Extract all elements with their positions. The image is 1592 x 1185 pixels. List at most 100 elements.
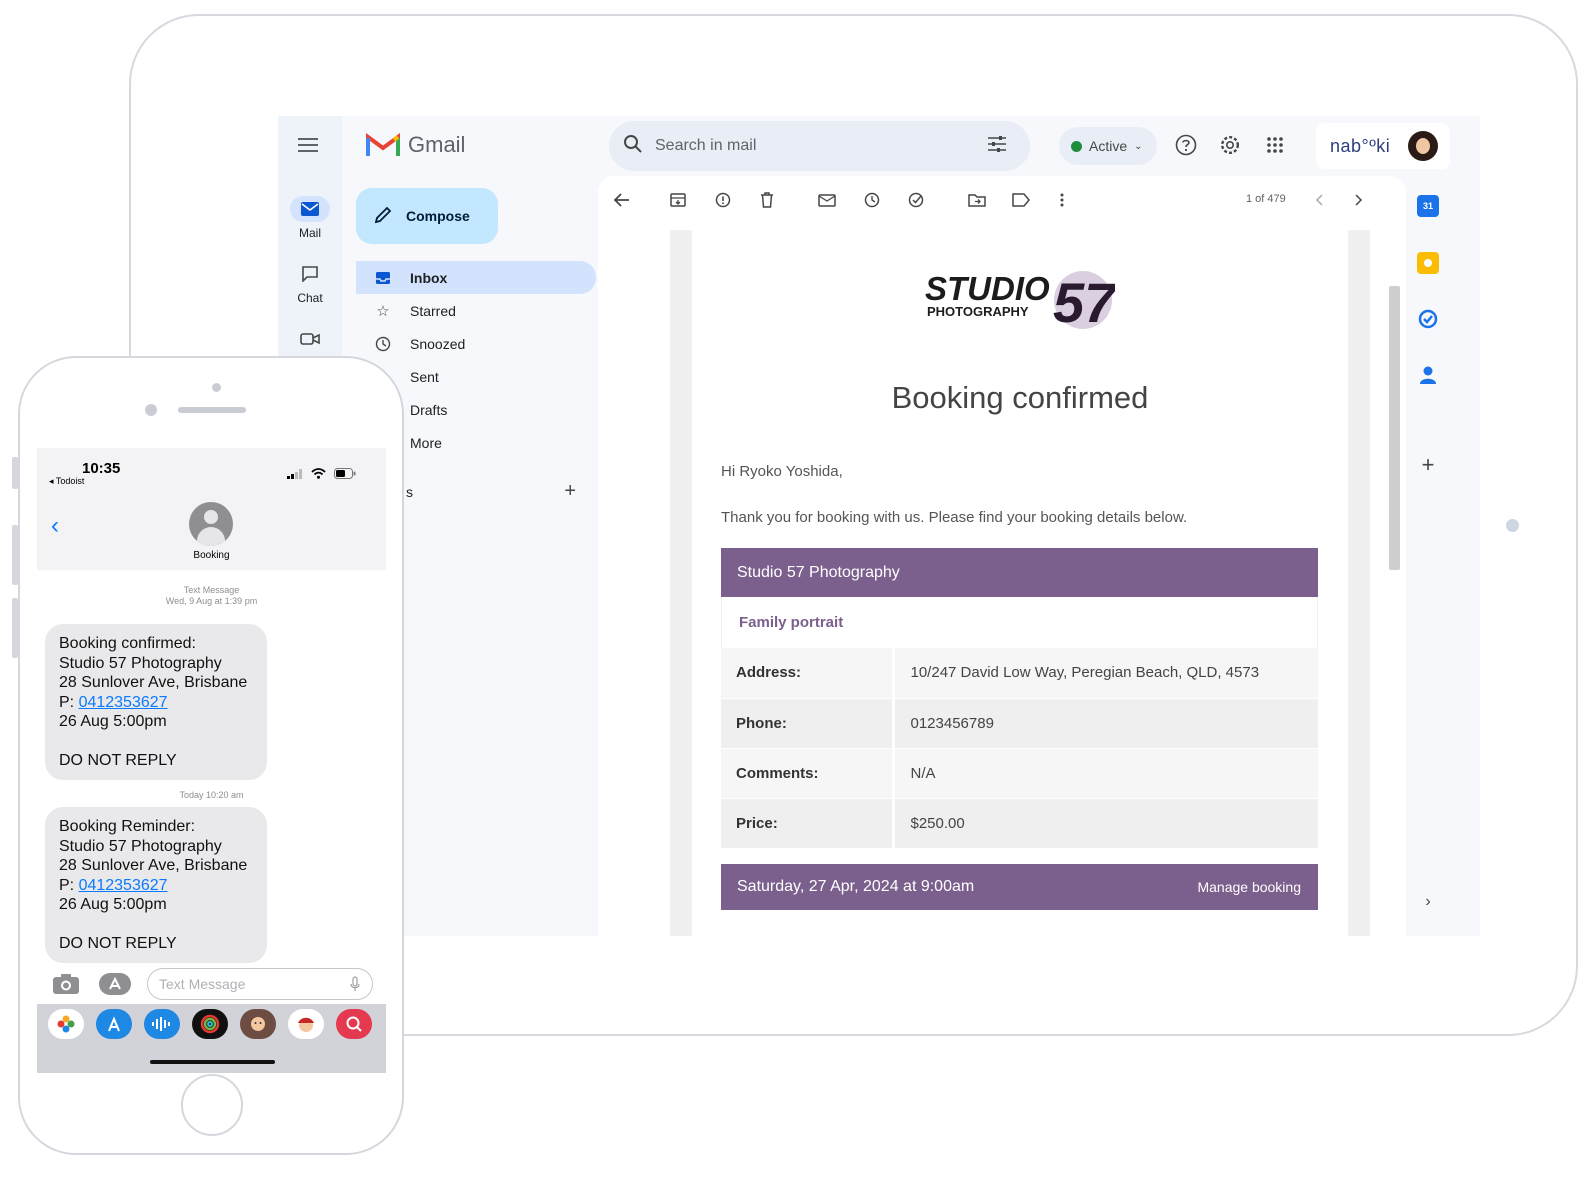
back-chevron-icon[interactable]: ‹: [51, 512, 59, 540]
gmail-wordmark: Gmail: [408, 132, 466, 157]
phone-speaker: [178, 407, 246, 413]
compose-label: Compose: [406, 208, 470, 224]
side-panel-rail: 31 + ›: [1406, 176, 1466, 936]
nav-inbox[interactable]: Inbox: [356, 261, 596, 294]
add-task-icon[interactable]: [907, 190, 927, 210]
calendar-icon[interactable]: 31: [1417, 195, 1439, 217]
contact-name[interactable]: Booking: [37, 550, 386, 561]
apps-grid-icon[interactable]: [1262, 132, 1288, 158]
search-icon[interactable]: [623, 134, 643, 159]
phone-link[interactable]: 0412353627: [79, 877, 168, 894]
search-input[interactable]: [655, 137, 975, 155]
status-icons: [287, 466, 356, 484]
booking-datetime: Saturday, 27 Apr, 2024 at 9:00am: [737, 878, 975, 895]
manage-booking-link[interactable]: Manage booking: [1197, 879, 1301, 895]
chevron-down-icon: ⌄: [1134, 140, 1143, 152]
app-store-app-icon[interactable]: [96, 1009, 132, 1039]
activity-icon[interactable]: [192, 1009, 228, 1039]
detail-value: 10/247 David Low Way, Peregian Beach, QL…: [893, 648, 1318, 699]
msg-phone-prefix: P:: [59, 876, 79, 894]
gmail-logo[interactable]: Gmail: [366, 132, 465, 158]
msg-line: Booking confirmed:: [59, 635, 196, 652]
clock-icon: [374, 335, 392, 353]
chat-icon: [290, 261, 330, 287]
detail-label: Phone:: [721, 698, 895, 749]
conversation-header: 10:35 ◂ Todoist ‹ Booking: [37, 448, 386, 570]
nav-snoozed-label: Snoozed: [410, 335, 466, 352]
delete-icon[interactable]: [757, 190, 777, 210]
photos-icon[interactable]: [48, 1009, 84, 1039]
menu-icon[interactable]: [298, 138, 318, 152]
scrollbar-thumb[interactable]: [1389, 286, 1400, 570]
message-bubble-reminder[interactable]: Booking Reminder: Studio 57 Photography …: [45, 807, 267, 963]
tasks-icon[interactable]: [1417, 308, 1439, 330]
nav-sent-label: Sent: [410, 368, 439, 385]
imessage-app-strip: [37, 1004, 386, 1073]
msg-line: 28 Sunlover Ave, Brisbane: [59, 674, 248, 691]
contact-avatar[interactable]: [189, 502, 233, 546]
labels-title: s: [406, 484, 413, 500]
plus-icon[interactable]: +: [564, 481, 576, 501]
msg-line: DO NOT REPLY: [59, 752, 177, 769]
contacts-icon[interactable]: [1417, 364, 1439, 386]
status-selector[interactable]: Active ⌄: [1059, 127, 1157, 165]
email-body: STUDIO PHOTOGRAPHY 57 Booking confirmed …: [692, 230, 1348, 936]
audio-message-icon[interactable]: [144, 1009, 180, 1039]
help-icon[interactable]: [1173, 132, 1199, 158]
rail-chat[interactable]: Chat: [278, 261, 342, 305]
report-spam-icon[interactable]: [713, 190, 733, 210]
gmail-window: Mail Chat Gmail Compose Inbox ☆ Starred …: [278, 116, 1480, 936]
memoji-icon[interactable]: [240, 1009, 276, 1039]
more-vert-icon[interactable]: [1052, 190, 1072, 210]
image-search-icon[interactable]: [336, 1009, 372, 1039]
home-indicator: [150, 1060, 275, 1064]
inbox-icon: [374, 269, 392, 287]
nav-inbox-label: Inbox: [410, 269, 448, 286]
table-row: Phone: 0123456789: [721, 698, 1318, 749]
app-store-icon[interactable]: [98, 972, 132, 1001]
nav-starred[interactable]: ☆ Starred: [356, 294, 596, 327]
gmail-m-icon: [366, 133, 400, 156]
settings-gear-icon[interactable]: [1217, 132, 1243, 158]
add-addon-icon[interactable]: +: [1417, 452, 1439, 477]
search-options-icon[interactable]: [987, 135, 1007, 158]
booking-datetime-bar: Saturday, 27 Apr, 2024 at 9:00am Manage …: [721, 864, 1318, 910]
mark-unread-icon[interactable]: [817, 190, 837, 210]
archive-icon[interactable]: [668, 190, 688, 210]
chevron-left-icon[interactable]: [1309, 190, 1329, 210]
search-bar[interactable]: [609, 121, 1030, 171]
animoji-icon[interactable]: [288, 1009, 324, 1039]
logo-sub: PHOTOGRAPHY: [927, 304, 1029, 319]
chevron-right-icon[interactable]: [1349, 190, 1369, 210]
logo-number: 57: [1053, 271, 1115, 334]
compose-button[interactable]: Compose: [356, 188, 498, 244]
label-icon[interactable]: [1011, 190, 1031, 210]
message-bubble-confirmed[interactable]: Booking confirmed: Studio 57 Photography…: [45, 624, 267, 780]
account-switcher[interactable]: nab°ºki: [1316, 123, 1450, 169]
nav-snoozed[interactable]: Snoozed: [356, 327, 596, 360]
message-date: Wed, 9 Aug at 1:39 pm: [165, 596, 258, 606]
keep-icon[interactable]: [1417, 252, 1439, 274]
tablet-home-button: [1506, 519, 1519, 532]
rail-chat-label: Chat: [297, 291, 323, 305]
rail-mail[interactable]: Mail: [278, 196, 342, 240]
messages-screen: 10:35 ◂ Todoist ‹ Booking Text Message W…: [37, 448, 386, 1073]
phone-home-button[interactable]: [181, 1074, 243, 1136]
move-to-icon[interactable]: [967, 190, 987, 210]
expand-panel-icon[interactable]: ›: [1417, 891, 1439, 913]
account-brand: nab°ºki: [1330, 135, 1391, 156]
phone-link[interactable]: 0412353627: [79, 694, 168, 711]
pager-count: 1 of 479: [1246, 193, 1286, 205]
detail-value: N/A: [893, 748, 1318, 799]
message-input[interactable]: [147, 968, 373, 1000]
back-to-app[interactable]: ◂ Todoist: [49, 476, 84, 487]
back-arrow-icon[interactable]: [612, 190, 632, 210]
phone-sensor: [145, 404, 157, 416]
pencil-icon: [374, 206, 392, 227]
microphone-icon[interactable]: [350, 976, 360, 997]
nav-drafts-label: Drafts: [410, 401, 448, 418]
snooze-icon[interactable]: [862, 190, 882, 210]
rail-meet[interactable]: [278, 326, 342, 356]
camera-icon[interactable]: [52, 973, 80, 1000]
msg-line: 28 Sunlover Ave, Brisbane: [59, 857, 248, 874]
